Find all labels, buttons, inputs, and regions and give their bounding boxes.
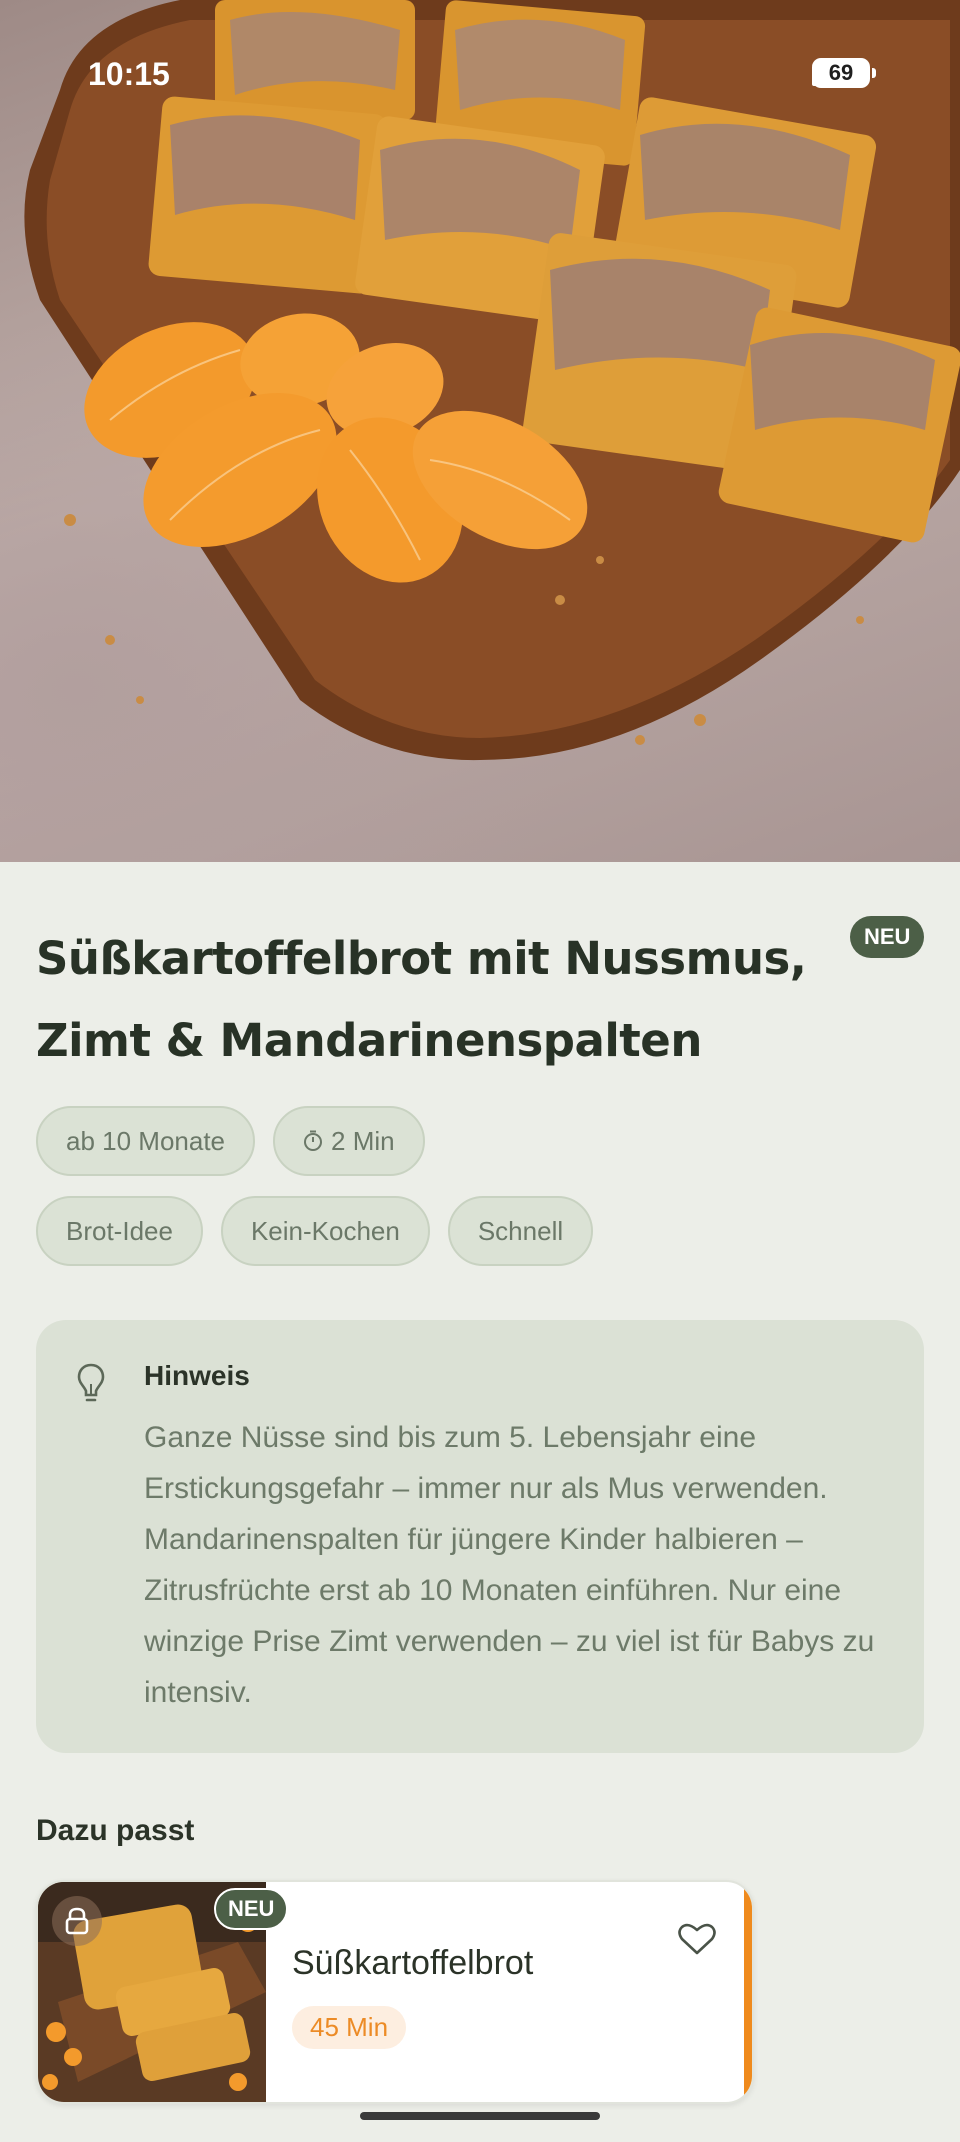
new-badge: NEU: [850, 916, 925, 958]
card-accent-bar: [744, 1882, 752, 2102]
tag-row-2: Brot-Idee Kein-Kochen Schnell: [36, 1196, 594, 1266]
status-bar: 10:15 69: [0, 0, 960, 150]
card-new-badge: NEU: [214, 1888, 289, 1930]
home-indicator[interactable]: [360, 2112, 600, 2120]
card-title: Süßkartoffelbrot: [292, 1944, 534, 1982]
tag-bread-idea-label: Brot-Idee: [66, 1215, 173, 1246]
tag-quick-label: Schnell: [477, 1215, 564, 1246]
tag-duration-label: 2 Min: [331, 1125, 395, 1156]
status-icons: 69: [812, 58, 876, 88]
lock-icon: [65, 1907, 89, 1935]
lock-badge: [52, 1896, 102, 1946]
battery-level: 69: [828, 60, 854, 85]
hero-image: 10:15 69: [0, 0, 960, 862]
card-time-pill: 45 Min: [292, 2006, 407, 2049]
favorite-heart-icon[interactable]: [678, 1922, 716, 1956]
related-section-title: Dazu passt: [36, 1814, 195, 1847]
hint-text: Ganze Nüsse sind bis zum 5. Lebensjahr e…: [144, 1421, 875, 1709]
timer-icon: [304, 1130, 323, 1151]
tag-age-label: ab 10 Monate: [66, 1125, 226, 1156]
recipe-title: Süßkartoffelbrot mit Nussmus, Zimt & Man…: [36, 932, 807, 1067]
tag-age[interactable]: ab 10 Monate: [36, 1106, 256, 1176]
lightbulb-icon: [77, 1363, 105, 1402]
hint-card: Hinweis Ganze Nüsse sind bis zum 5. Lebe…: [36, 1320, 924, 1753]
status-time: 10:15: [88, 56, 170, 92]
tag-duration[interactable]: 2 Min: [273, 1106, 425, 1176]
tag-quick[interactable]: Schnell: [447, 1196, 594, 1266]
tag-no-cooking[interactable]: Kein-Kochen: [220, 1196, 430, 1266]
related-recipe-card[interactable]: NEU Süßkartoffelbrot 45 Min: [36, 1880, 754, 2104]
hint-title: Hinweis: [144, 1360, 250, 1391]
battery-indicator: 69: [812, 58, 876, 88]
tag-row-1: ab 10 Monate 2 Min: [36, 1106, 425, 1176]
tag-no-cooking-label: Kein-Kochen: [250, 1215, 400, 1246]
tag-bread-idea[interactable]: Brot-Idee: [36, 1196, 203, 1266]
